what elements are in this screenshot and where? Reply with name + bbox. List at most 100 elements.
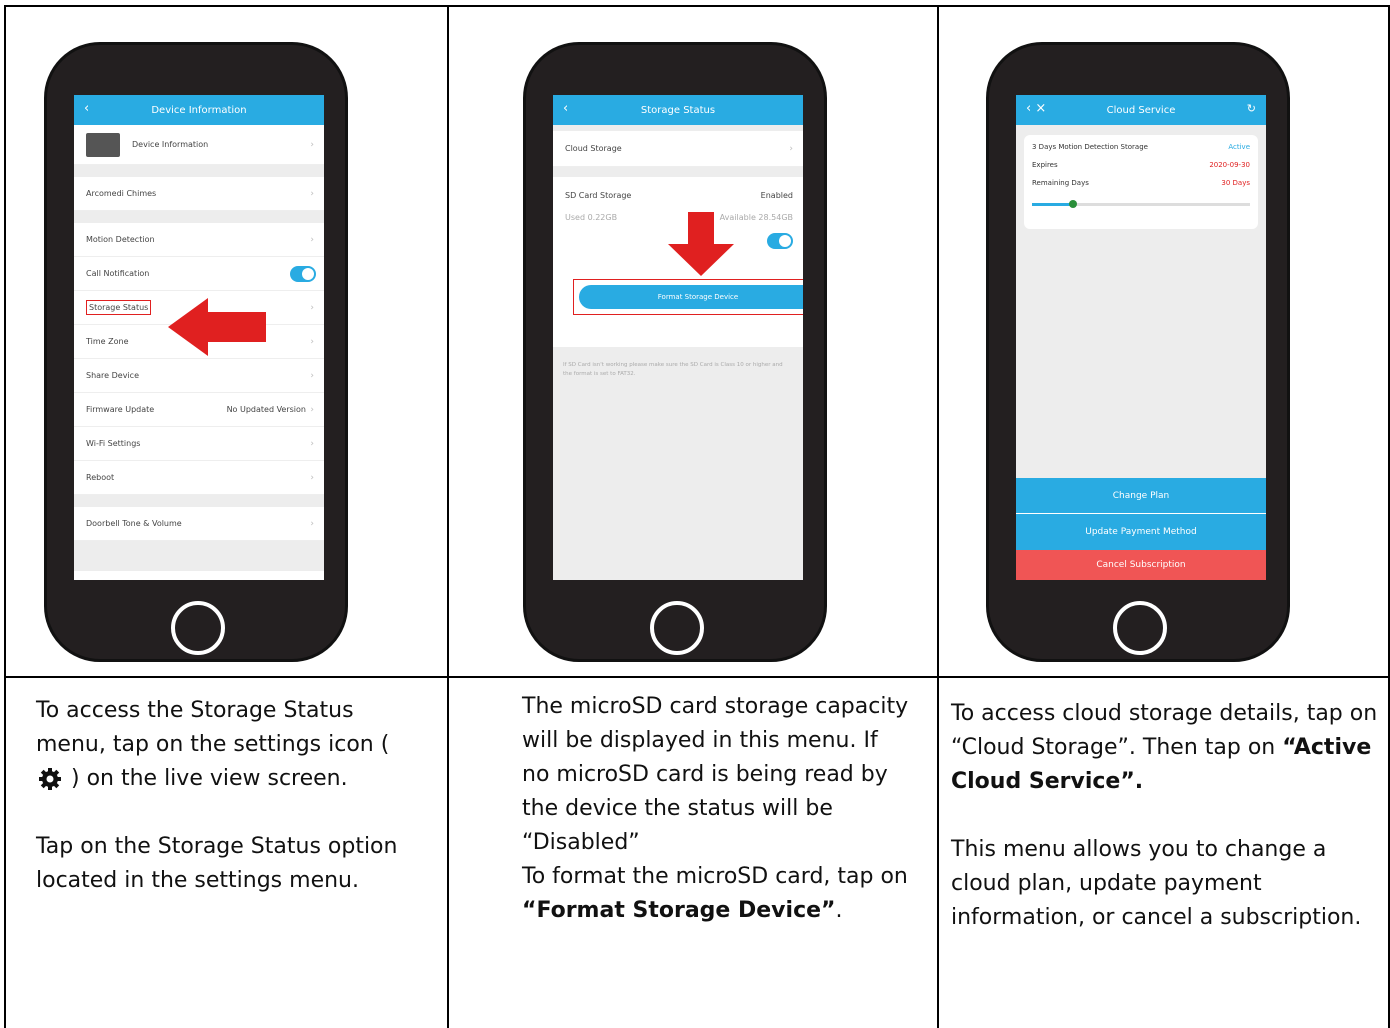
home-button: [1113, 601, 1167, 655]
sd-card-status: Enabled: [760, 191, 793, 200]
caption-paragraph: To format the microSD card, tap on “Form…: [522, 860, 912, 928]
change-plan-label: Change Plan: [1112, 490, 1170, 501]
caption-sd-card: The microSD card storage capacity will b…: [522, 690, 912, 928]
caption-text: .: [835, 898, 843, 923]
settings-item-wifi-settings[interactable]: Wi-Fi Settings ›: [74, 427, 324, 461]
caption-storage-status: To access the Storage Status menu, tap o…: [36, 694, 406, 932]
caption-cloud-storage: To access cloud storage details, tap on …: [951, 697, 1383, 935]
chevron-right-icon: ›: [310, 370, 314, 381]
caption-paragraph: To access the Storage Status menu, tap o…: [36, 694, 406, 796]
settings-item-motion-detection[interactable]: Motion Detection ›: [74, 223, 324, 257]
camera-thumbnail: [86, 132, 120, 157]
caption-text: ) on the live view screen.: [71, 766, 348, 791]
settings-item-label: Storage Status: [86, 300, 152, 315]
back-icon[interactable]: ‹: [84, 101, 89, 116]
settings-item-reboot[interactable]: Reboot ›: [74, 461, 324, 495]
settings-item-label: Reboot: [86, 473, 115, 482]
section-gap: [74, 211, 324, 223]
caption-paragraph: Tap on the Storage Status option located…: [36, 830, 406, 898]
caption-text: To access the Storage Status menu, tap o…: [36, 698, 390, 757]
caption-text: The microSD card storage capacity will b…: [522, 694, 909, 855]
chevron-right-icon: ›: [310, 234, 314, 245]
chevron-right-icon: ›: [310, 404, 314, 415]
table-left-border: [4, 7, 6, 1028]
caption-text: Tap on the Storage Status option located…: [36, 834, 398, 893]
home-button: [650, 601, 704, 655]
table-top-border: [4, 5, 1390, 7]
screen-header: ‹ Storage Status: [553, 95, 803, 125]
settings-item-label: Motion Detection: [86, 235, 155, 244]
storage-status-screen: ‹ Storage Status Cloud Storage › SD Card…: [553, 95, 803, 580]
chevron-right-icon: ›: [310, 438, 314, 449]
caption-paragraph: The microSD card storage capacity will b…: [522, 690, 912, 860]
remaining-progress-fill: [1032, 203, 1072, 206]
cancel-subscription-label: Cancel Subscription: [1096, 560, 1186, 570]
screen-title: Cloud Service: [1106, 104, 1176, 116]
chevron-right-icon: ›: [789, 143, 793, 154]
chevron-right-icon: ›: [310, 472, 314, 483]
plan-actions: Change Plan Update Payment Method Cancel…: [1016, 478, 1266, 580]
call-notification-toggle[interactable]: [290, 265, 316, 282]
sd-card-toggle[interactable]: [767, 233, 793, 249]
sd-card-label: SD Card Storage: [565, 191, 632, 200]
sd-used: Used 0.22GB: [565, 213, 618, 222]
caption-bold-text: “Format Storage Device”: [522, 898, 836, 923]
cloud-storage-row[interactable]: Cloud Storage ›: [553, 131, 803, 167]
home-button: [171, 601, 225, 655]
section-gap: [74, 165, 324, 177]
settings-item-label: Share Device: [86, 371, 139, 380]
caption-paragraph: This menu allows you to change a cloud p…: [951, 833, 1383, 935]
caption-text: To format the microSD card, tap on: [522, 864, 908, 889]
settings-item-label: Firmware Update: [86, 405, 155, 414]
settings-item-device-information[interactable]: Device Information ›: [74, 125, 324, 165]
settings-item-chimes[interactable]: Arcomedi Chimes ›: [74, 177, 324, 211]
settings-item-doorbell-tone[interactable]: Doorbell Tone & Volume ›: [74, 507, 324, 541]
chevron-right-icon: ›: [310, 336, 314, 347]
cancel-subscription-button[interactable]: Cancel Subscription: [1016, 550, 1266, 580]
remaining-label: Remaining Days: [1032, 179, 1089, 187]
format-storage-button[interactable]: Format Storage Device: [579, 285, 803, 309]
expires-label: Expires: [1032, 161, 1058, 169]
refresh-icon[interactable]: ↻: [1247, 102, 1256, 115]
table-row-divider: [4, 676, 1390, 678]
update-payment-button[interactable]: Update Payment Method: [1016, 514, 1266, 550]
chevron-right-icon: ›: [310, 302, 314, 313]
cloud-storage-label: Cloud Storage: [565, 144, 622, 153]
settings-item-share-device[interactable]: Share Device ›: [74, 359, 324, 393]
expires-value: 2020-09-30: [1209, 161, 1250, 169]
section-gap: [74, 495, 324, 507]
settings-item-label: Wi-Fi Settings: [86, 439, 141, 448]
screen-header: ‹ Device Information: [74, 95, 324, 125]
settings-gear-icon: [38, 767, 62, 791]
settings-item-label: Device Information: [132, 140, 209, 149]
pointer-arrow-down: [668, 212, 734, 276]
settings-item-label: Call Notification: [86, 269, 150, 278]
settings-item-call-notification: Call Notification: [74, 257, 324, 291]
chevron-right-icon: ›: [310, 518, 314, 529]
back-icon[interactable]: ‹ ×: [1026, 101, 1046, 116]
cloud-plan-card: 3 Days Motion Detection Storage Active E…: [1024, 135, 1258, 229]
settings-item-firmware-update[interactable]: Firmware Update No Updated Version ›: [74, 393, 324, 427]
settings-item-label: Doorbell Tone & Volume: [86, 519, 182, 528]
progress-thumb: [1069, 200, 1078, 208]
screen-header: ‹ × Cloud Service ↻: [1016, 95, 1266, 125]
change-plan-button[interactable]: Change Plan: [1016, 478, 1266, 514]
pointer-arrow-left: [168, 298, 266, 356]
phone-cloud-service: ‹ × Cloud Service ↻ 3 Days Motion Detect…: [986, 42, 1290, 662]
caption-paragraph: To access cloud storage details, tap on …: [951, 697, 1383, 799]
table-col-divider-1: [447, 7, 449, 1028]
screen-title: Storage Status: [640, 104, 716, 116]
section-gap: [553, 167, 803, 177]
caption-text: This menu allows you to change a cloud p…: [951, 837, 1362, 930]
cloud-service-screen: ‹ × Cloud Service ↻ 3 Days Motion Detect…: [1016, 95, 1266, 580]
chevron-right-icon: ›: [310, 139, 314, 150]
sd-card-note: If SD Card isn't working please make sur…: [563, 362, 783, 377]
back-icon[interactable]: ‹: [563, 101, 568, 116]
remaining-value: 30 Days: [1221, 179, 1250, 187]
firmware-status: No Updated Version: [226, 405, 306, 414]
plan-name: 3 Days Motion Detection Storage: [1032, 143, 1148, 151]
section-gap: [74, 541, 324, 571]
settings-item-label: Arcomedi Chimes: [86, 189, 157, 198]
settings-item-label: Time Zone: [86, 337, 129, 346]
remaining-progress-bar: [1032, 200, 1250, 208]
